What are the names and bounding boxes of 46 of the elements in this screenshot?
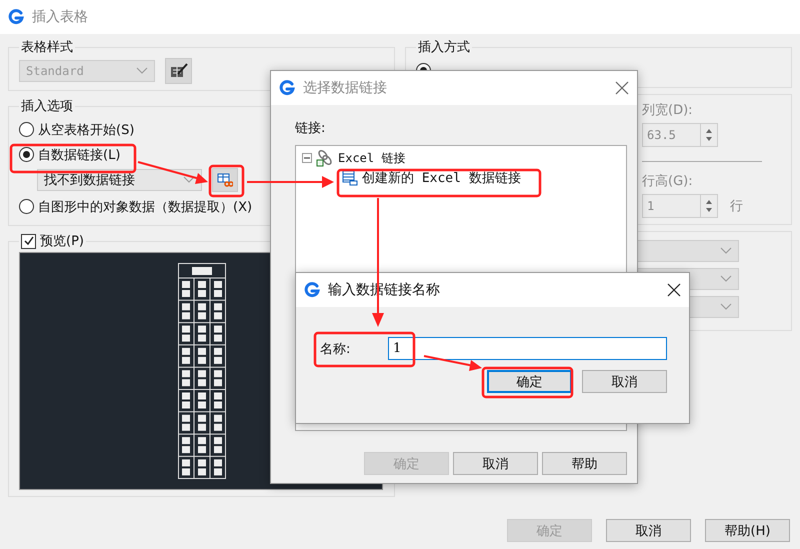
tree-item[interactable]: Excel 链接 [338, 150, 406, 166]
highlight-frame [208, 164, 244, 198]
radio-button[interactable] [19, 147, 34, 162]
dialog-button[interactable]: 帮助 [542, 452, 627, 475]
chevron-down-icon [720, 275, 732, 283]
chevron-down-icon [183, 176, 195, 184]
edit-style-button[interactable] [165, 58, 192, 84]
radio-button[interactable] [19, 122, 34, 137]
window-title: 选择数据链接 [303, 79, 387, 97]
app-logo-icon [304, 282, 320, 298]
dialog-button[interactable]: 帮助(H) [705, 519, 790, 542]
field-label: 链接: [295, 120, 326, 137]
group-label: 表格样式 [20, 39, 74, 56]
dialog-button[interactable]: 取消 [582, 370, 667, 393]
field-label: 列宽(D): [642, 102, 693, 119]
table-brush-icon [170, 63, 188, 79]
dialog-button[interactable]: 确定 [487, 370, 572, 393]
chevron-down-icon [136, 67, 148, 75]
field-label: 行高(G): [642, 173, 693, 190]
chevron-down-icon [720, 303, 732, 311]
preview-checkbox[interactable] [21, 234, 36, 248]
tree-item[interactable]: 创建新的 Excel 数据链接 [362, 169, 521, 187]
group-label: 插入方式 [417, 39, 471, 56]
name-input-field[interactable]: 1 [388, 337, 667, 360]
radio-label: 自图形中的对象数据（数据提取）(X) [38, 198, 252, 216]
annotation-arrow [138, 161, 208, 184]
annotation-arrow [424, 355, 482, 371]
radio-label: 自数据链接(L) [38, 146, 120, 164]
collapse-icon[interactable] [302, 153, 312, 163]
radio-button[interactable] [19, 199, 34, 214]
chevron-down-icon [720, 247, 732, 255]
table-link-icon [342, 170, 358, 186]
app-logo-icon [8, 9, 24, 25]
dialog-button[interactable]: 取消 [606, 519, 691, 542]
close-icon[interactable] [667, 283, 681, 297]
app-logo-icon [279, 80, 295, 96]
dialog-button[interactable]: 取消 [453, 452, 538, 475]
checkbox-label: 预览(P) [40, 233, 84, 250]
chain-link-icon [316, 149, 334, 167]
window-title: 插入表格 [32, 8, 88, 26]
field-label: 名称: [320, 340, 352, 358]
group-label: 插入选项 [20, 98, 74, 115]
radio-label: 从空表格开始(S) [38, 122, 134, 138]
data-link-button[interactable] [212, 168, 238, 192]
table-link-icon [217, 173, 233, 187]
unit-label: 行 [730, 198, 743, 215]
